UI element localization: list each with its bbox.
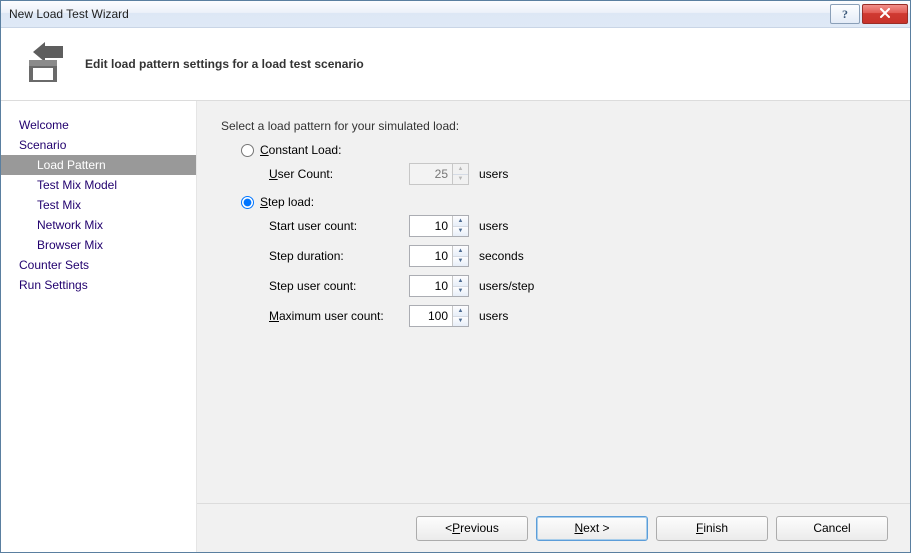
close-icon [879, 8, 891, 21]
step-user-count-input[interactable] [410, 277, 452, 295]
constant-load-fields: User Count: ▲▼ users [269, 159, 886, 189]
wizard-footer: < Previous Next > Finish Cancel [197, 503, 910, 552]
step-duration-input[interactable] [410, 247, 452, 265]
step-user-count-unit: users/step [479, 279, 534, 293]
step-load-option[interactable]: Step load: [241, 195, 886, 209]
max-user-count-spinner[interactable]: ▲▼ [409, 305, 469, 327]
constant-load-radio[interactable] [241, 144, 254, 157]
step-duration-spinner[interactable]: ▲▼ [409, 245, 469, 267]
max-user-count-unit: users [479, 309, 508, 323]
max-user-count-input[interactable] [410, 307, 452, 325]
nav-welcome[interactable]: Welcome [1, 115, 196, 135]
wizard-header: Edit load pattern settings for a load te… [1, 28, 910, 101]
next-button[interactable]: Next > [536, 516, 648, 541]
nav-run-settings[interactable]: Run Settings [1, 275, 196, 295]
start-user-count-spinner[interactable]: ▲▼ [409, 215, 469, 237]
step-load-radio[interactable] [241, 196, 254, 209]
title-bar: New Load Test Wizard ? [1, 1, 910, 28]
previous-button[interactable]: < Previous [416, 516, 528, 541]
nav-browser-mix[interactable]: Browser Mix [1, 235, 196, 255]
nav-scenario[interactable]: Scenario [1, 135, 196, 155]
wizard-nav: Welcome Scenario Load Pattern Test Mix M… [1, 101, 196, 552]
nav-counter-sets[interactable]: Counter Sets [1, 255, 196, 275]
user-count-spinner: ▲▼ [409, 163, 469, 185]
constant-load-option[interactable]: Constant Load: [241, 143, 886, 157]
wizard-body: Welcome Scenario Load Pattern Test Mix M… [1, 101, 910, 552]
step-duration-unit: seconds [479, 249, 524, 263]
user-count-input [410, 165, 452, 183]
user-count-unit: users [479, 167, 508, 181]
step-user-count-label: Step user count: [269, 279, 409, 293]
wizard-window: New Load Test Wizard ? Edit load pattern… [0, 0, 911, 553]
help-button[interactable]: ? [830, 4, 860, 24]
step-duration-label: Step duration: [269, 249, 409, 263]
content-prompt: Select a load pattern for your simulated… [221, 119, 886, 133]
header-title: Edit load pattern settings for a load te… [85, 57, 364, 71]
nav-load-pattern[interactable]: Load Pattern [1, 155, 196, 175]
spinner-down-icon[interactable]: ▼ [453, 317, 468, 327]
finish-button[interactable]: Finish [656, 516, 768, 541]
wizard-content: Select a load pattern for your simulated… [196, 101, 910, 552]
nav-test-mix-model[interactable]: Test Mix Model [1, 175, 196, 195]
nav-network-mix[interactable]: Network Mix [1, 215, 196, 235]
spinner-up-icon[interactable]: ▲ [453, 246, 468, 257]
spinner-down-icon[interactable]: ▼ [453, 227, 468, 237]
step-load-label: Step load: [260, 195, 314, 209]
window-title: New Load Test Wizard [9, 7, 828, 21]
spinner-up-icon[interactable]: ▲ [453, 276, 468, 287]
spinner-up-icon[interactable]: ▲ [453, 216, 468, 227]
max-user-count-label: Maximum user count: [269, 309, 409, 323]
load-test-icon [19, 40, 67, 88]
user-count-label: User Count: [269, 167, 409, 181]
start-user-count-label: Start user count: [269, 219, 409, 233]
spinner-down-icon: ▼ [453, 175, 468, 185]
nav-test-mix[interactable]: Test Mix [1, 195, 196, 215]
start-user-count-unit: users [479, 219, 508, 233]
constant-load-label: Constant Load: [260, 143, 341, 157]
step-load-fields: Start user count: ▲▼ users Step duration… [269, 211, 886, 331]
start-user-count-input[interactable] [410, 217, 452, 235]
spinner-down-icon[interactable]: ▼ [453, 257, 468, 267]
spinner-up-icon[interactable]: ▲ [453, 306, 468, 317]
cancel-button[interactable]: Cancel [776, 516, 888, 541]
close-button[interactable] [862, 4, 908, 24]
spinner-up-icon: ▲ [453, 164, 468, 175]
spinner-down-icon[interactable]: ▼ [453, 287, 468, 297]
step-user-count-spinner[interactable]: ▲▼ [409, 275, 469, 297]
